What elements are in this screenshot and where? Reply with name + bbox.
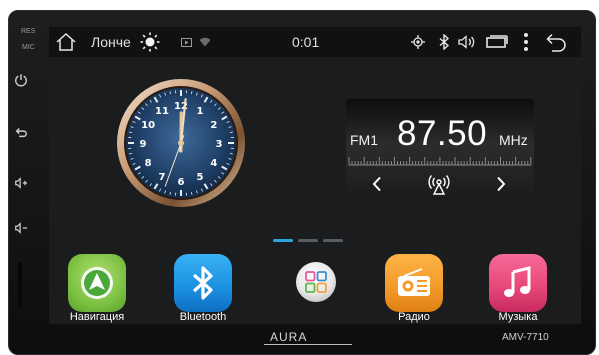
volume-down-button[interactable] [8, 215, 34, 241]
brand-underline [264, 344, 352, 345]
radio-unit: MHz [499, 132, 528, 148]
gps-indicator [411, 27, 425, 57]
status-bar: Лонче 0:01 [49, 27, 581, 57]
music-icon [489, 254, 547, 312]
radio-tuning-scale [348, 157, 532, 166]
app-bluetooth[interactable]: Bluetooth [171, 254, 235, 323]
radio-icon [385, 254, 443, 312]
radio-next-button[interactable] [492, 173, 510, 195]
clock-numeral: 8 [145, 158, 152, 169]
app-navigation[interactable]: Навигация [65, 254, 129, 323]
clock-numeral: 2 [210, 120, 217, 131]
wifi-indicator [199, 27, 211, 57]
clock-numeral: 4 [210, 158, 217, 169]
app-music[interactable]: Музыка [486, 254, 550, 323]
side-slot [18, 262, 22, 308]
radio-scan-button[interactable] [426, 172, 452, 196]
clock-center-cap [178, 140, 184, 146]
brightness-button[interactable] [140, 27, 160, 57]
page-indicator[interactable] [273, 239, 343, 242]
clock-numeral: 6 [178, 177, 185, 188]
back-icon [546, 33, 566, 52]
app-grid-icon [296, 262, 336, 302]
app-radio[interactable]: Радио [382, 254, 446, 323]
mic-label: MIC [22, 44, 35, 51]
app-label: Навигация [69, 311, 125, 323]
model-label: AMV-7710 [502, 332, 549, 343]
app-label: Bluetooth [179, 311, 227, 323]
clock-numeral: 5 [197, 172, 204, 183]
clock-numeral: 10 [141, 120, 155, 131]
back-hw-button[interactable] [8, 119, 34, 145]
radio-frequency: 87.50 [397, 114, 488, 153]
wifi-icon [199, 37, 211, 47]
volume-down-icon [15, 222, 28, 234]
clock-numeral: 11 [155, 106, 169, 117]
bluetooth-indicator [438, 27, 450, 57]
page-dot[interactable] [273, 239, 293, 242]
clock-numeral: 9 [140, 139, 147, 150]
chevron-left-icon [372, 176, 381, 192]
gps-icon [411, 35, 425, 49]
overflow-menu-icon [524, 33, 528, 51]
radio-prev-button[interactable] [368, 173, 386, 195]
screen: Лонче 0:01 12 1 2 3 4 5 6 7 8 9 10 11 FM… [49, 27, 581, 324]
window-button[interactable] [486, 27, 508, 57]
radio-widget[interactable]: FM1 87.50 MHz [346, 99, 534, 200]
back-button[interactable] [544, 27, 568, 57]
back-icon [15, 128, 27, 138]
status-time: 0:01 [292, 34, 320, 50]
chevron-right-icon [497, 176, 506, 192]
analog-clock: 12 1234567891011 [117, 79, 245, 207]
brand-logo: AURA [270, 330, 308, 344]
page-dot[interactable] [323, 239, 343, 242]
brightness-icon [140, 32, 160, 52]
bluetooth-icon [439, 34, 450, 50]
volume-up-icon [15, 177, 28, 189]
home-icon [56, 32, 76, 51]
res-label: RES [21, 28, 36, 35]
app-all-apps[interactable] [283, 254, 347, 318]
clock-numeral: 3 [216, 139, 223, 150]
home-button[interactable] [55, 27, 77, 57]
page-dot[interactable] [298, 239, 318, 242]
navigation-icon [68, 254, 126, 312]
clock-numeral: 1 [197, 106, 204, 117]
radio-tower-icon [428, 175, 450, 195]
media-play-icon [181, 37, 192, 47]
app-label: Радио [398, 311, 430, 323]
app-label: Музыка [498, 311, 538, 323]
bluetooth-icon [174, 254, 232, 312]
volume-up-button[interactable] [8, 170, 34, 196]
media-play-indicator [181, 27, 192, 57]
volume-icon [458, 35, 475, 49]
window-icon [486, 35, 508, 48]
volume-button[interactable] [458, 27, 478, 57]
power-icon [15, 74, 27, 87]
radio-band: FM1 [350, 132, 378, 148]
power-button[interactable] [8, 67, 34, 93]
overflow-menu-button[interactable] [523, 27, 529, 57]
clock-numeral: 7 [159, 172, 166, 183]
clock-widget[interactable]: 12 1 2 3 4 5 6 7 8 9 10 11 [115, 77, 247, 209]
launcher-label[interactable]: Лонче [91, 27, 131, 57]
